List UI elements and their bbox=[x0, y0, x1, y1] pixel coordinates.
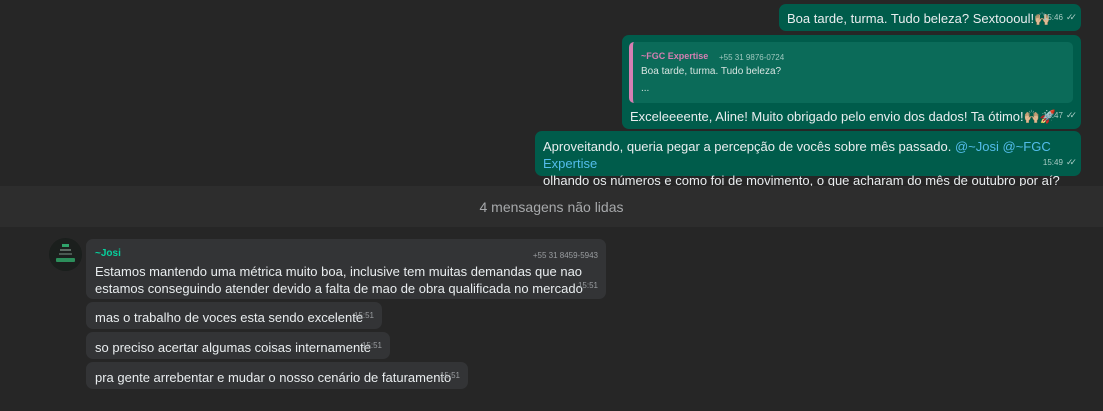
unread-divider: 4 mensagens não lidas bbox=[0, 186, 1103, 227]
message-bubble-incoming[interactable]: pra gente arrebentar e mudar o nosso cen… bbox=[86, 362, 468, 389]
message-bubble-outgoing[interactable]: ~FGC Expertise +55 31 9876-0724 Boa tard… bbox=[622, 35, 1081, 129]
message-bubble-outgoing[interactable]: Aproveitando, queria pegar a percepção d… bbox=[535, 131, 1081, 188]
message-bubble-incoming[interactable]: mas o trabalho de voces esta sendo excel… bbox=[86, 302, 382, 329]
message-text: pra gente arrebentar e mudar o nosso cen… bbox=[95, 370, 452, 385]
message-bubble-incoming[interactable]: so preciso acertar algumas coisas intern… bbox=[86, 332, 390, 359]
message-bubble-incoming[interactable]: ~Josi +55 31 8459-5943 Estamos mantendo … bbox=[86, 239, 606, 299]
message-time: 15:51 bbox=[353, 311, 374, 320]
message-time: 15:49 bbox=[1042, 158, 1063, 167]
message-text: Boa tarde, turma. Tudo beleza? Sextoooul… bbox=[787, 11, 1051, 26]
double-check-icon: ✓✓ bbox=[1065, 110, 1077, 120]
avatar[interactable] bbox=[49, 238, 82, 271]
message-bubble-outgoing[interactable]: Boa tarde, turma. Tudo beleza? Sextoooul… bbox=[779, 4, 1081, 31]
sender-name[interactable]: ~Josi bbox=[95, 245, 121, 262]
message-meta: 15:49 ✓✓ bbox=[1042, 154, 1077, 171]
avatar-logo bbox=[49, 238, 82, 271]
message-time: 15:51 bbox=[439, 371, 460, 380]
quoted-message[interactable]: ~FGC Expertise +55 31 9876-0724 Boa tard… bbox=[629, 42, 1073, 103]
outgoing-area: Boa tarde, turma. Tudo beleza? Sextoooul… bbox=[0, 0, 1103, 188]
mention-link[interactable]: @~Josi bbox=[955, 139, 999, 154]
message-time: 15:46 bbox=[1042, 13, 1063, 22]
unread-label: 4 mensagens não lidas bbox=[479, 198, 624, 215]
message-text: Estamos mantendo uma métrica muito boa, … bbox=[95, 264, 583, 296]
message-text: so preciso acertar algumas coisas intern… bbox=[95, 340, 372, 355]
message-meta: 15:46 ✓✓ bbox=[1042, 9, 1077, 26]
message-text: Aproveitando, queria pegar a percepção d… bbox=[543, 138, 1063, 189]
double-check-icon: ✓✓ bbox=[1065, 12, 1077, 22]
message-text: mas o trabalho de voces esta sendo excel… bbox=[95, 310, 364, 325]
message-time: 15:47 bbox=[1042, 111, 1063, 120]
message-text: Exceleeeente, Aline! Muito obrigado pelo… bbox=[630, 109, 1057, 124]
message-text-part: Aproveitando, queria pegar a percepção d… bbox=[543, 139, 955, 154]
message-time: 15:51 bbox=[577, 281, 598, 290]
quoted-text: Boa tarde, turma. Tudo beleza? bbox=[641, 66, 782, 77]
sender-phone: +55 31 8459-5943 bbox=[532, 251, 598, 260]
quoted-text-more: ... bbox=[641, 83, 650, 94]
double-check-icon: ✓✓ bbox=[1065, 157, 1077, 167]
message-time: 15:51 bbox=[361, 341, 382, 350]
message-meta: 15:47 ✓✓ bbox=[1042, 107, 1077, 124]
